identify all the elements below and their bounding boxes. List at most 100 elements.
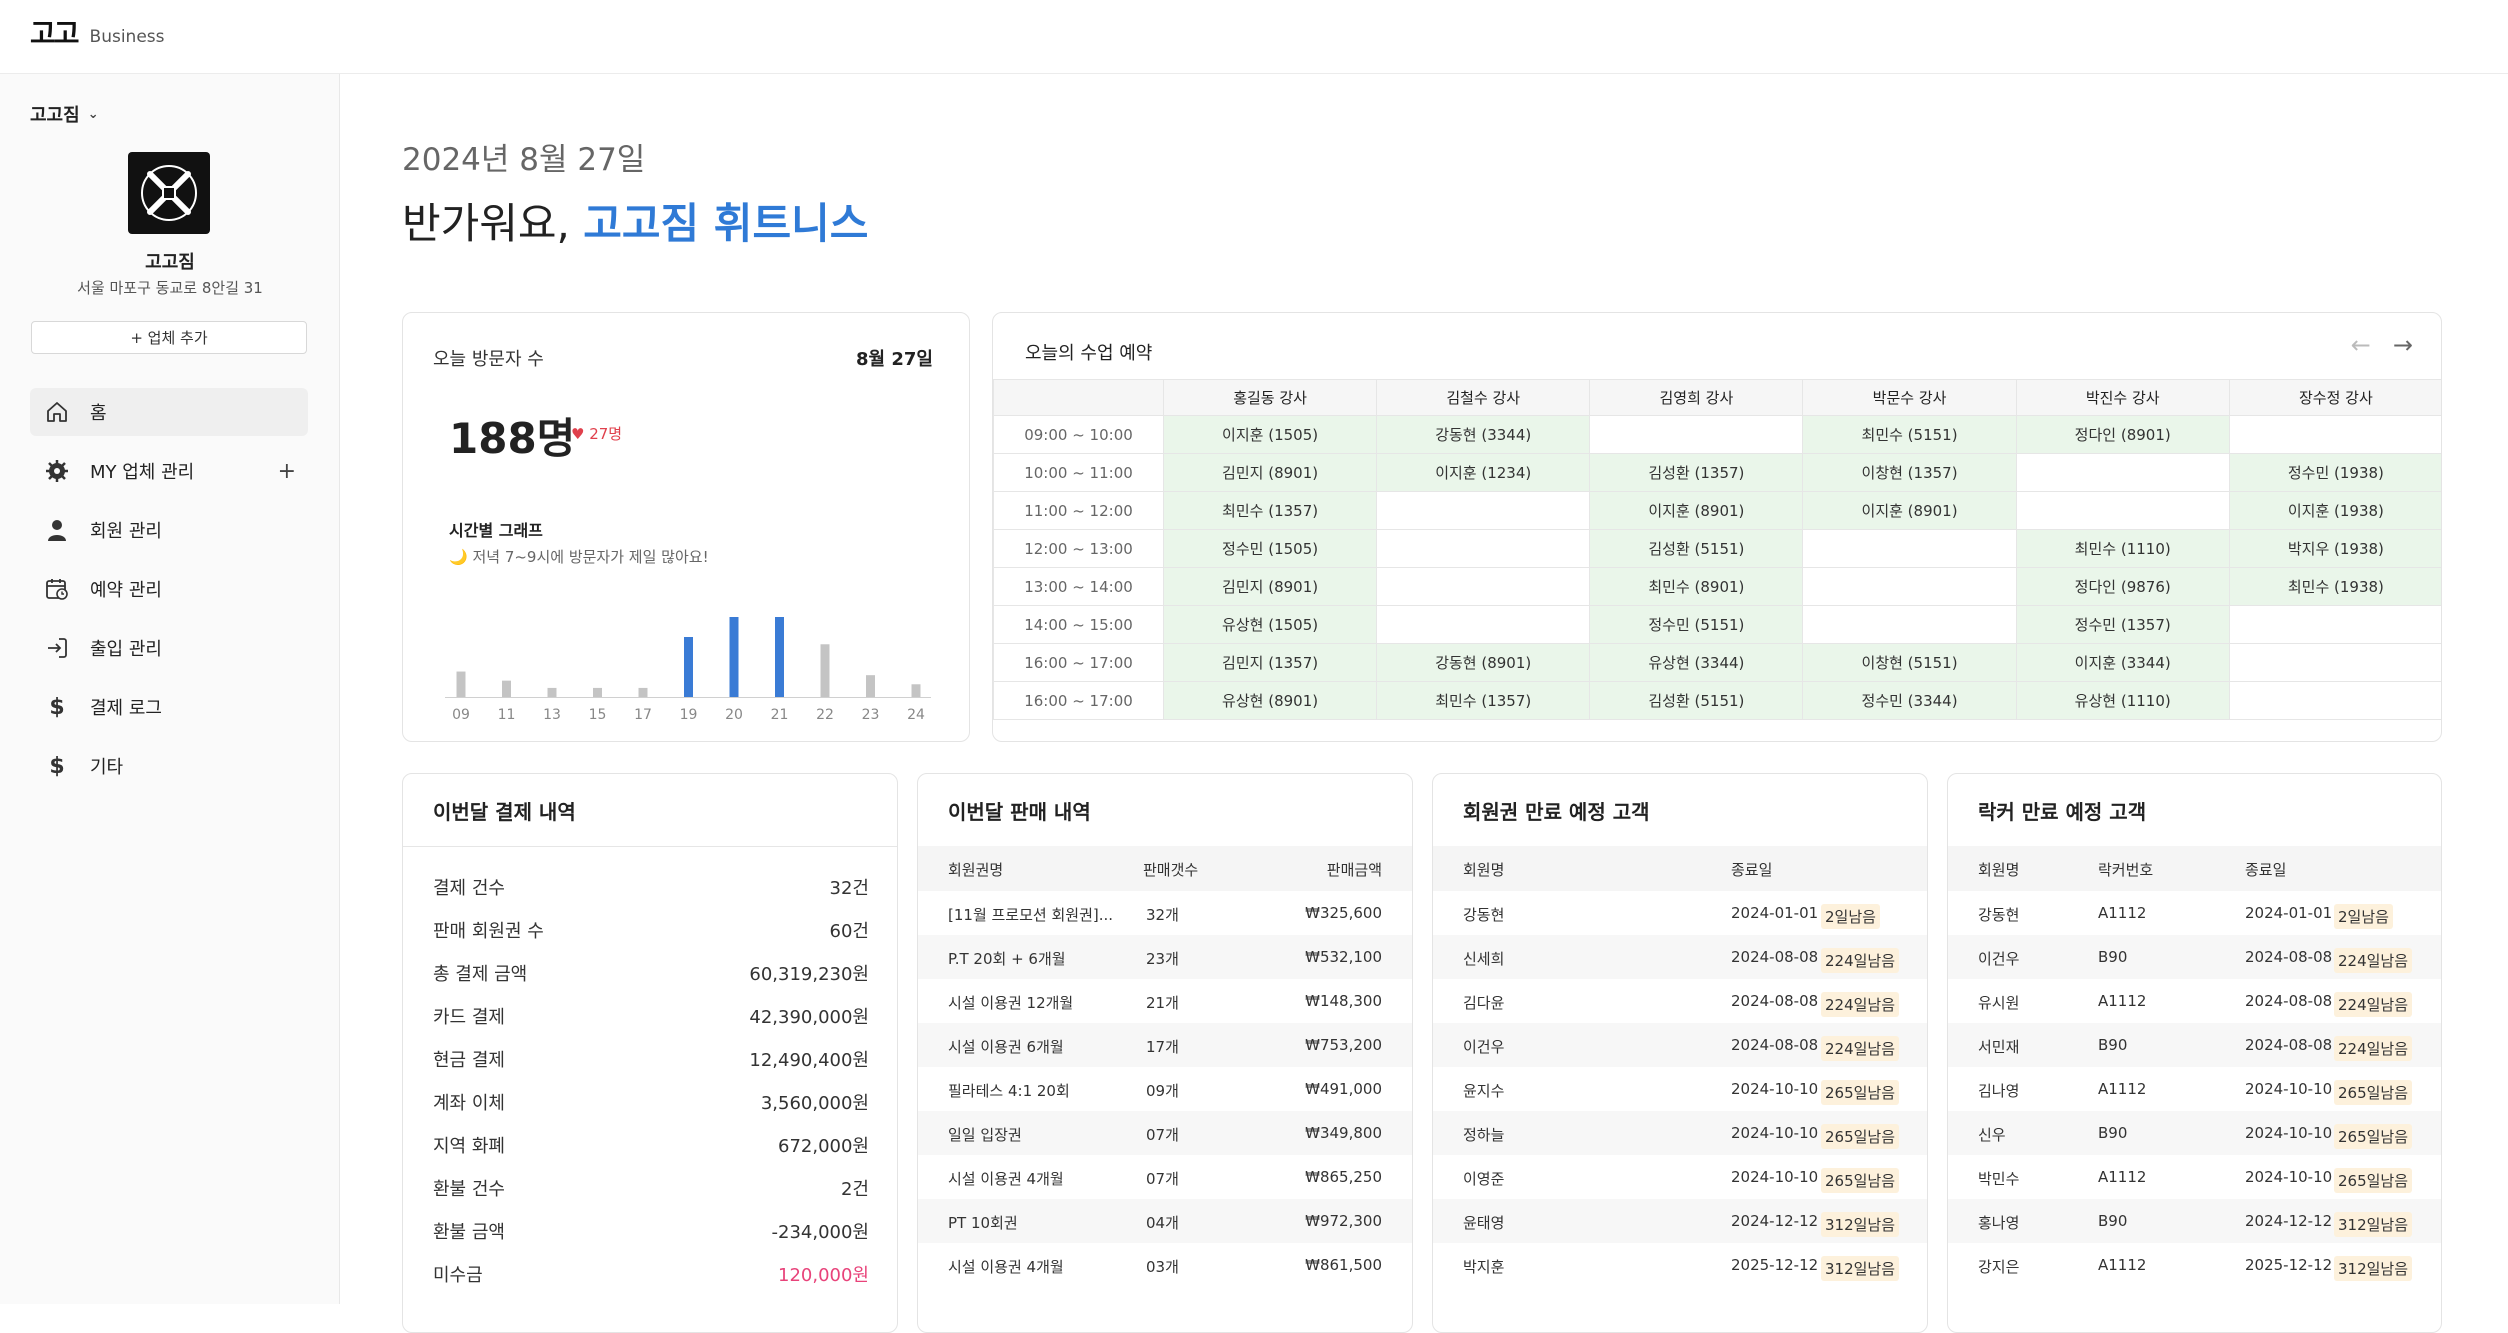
sidebar-item-etc[interactable]: $ 기타 bbox=[30, 742, 308, 790]
add-business-button[interactable]: + 업체 추가 bbox=[31, 321, 307, 354]
reservation-cell[interactable]: 최민수 (1938) bbox=[2228, 567, 2441, 606]
reservation-cell[interactable]: 유상현 (8901) bbox=[1162, 681, 1378, 720]
reservation-cell[interactable]: 정수민 (5151) bbox=[1589, 605, 1804, 644]
reservation-cell[interactable] bbox=[1376, 567, 1591, 606]
table-row[interactable]: 이건우 2024-08-08 224일남음 bbox=[1433, 1023, 1927, 1067]
reservation-cell[interactable] bbox=[2015, 491, 2230, 530]
table-row: 16:00 ~ 17:00 김민지 (1357) 강동현 (8901) 유상현 (33… bbox=[993, 643, 2441, 682]
reservation-cell[interactable]: 정수민 (1505) bbox=[1162, 529, 1378, 568]
reservation-cell[interactable]: 김성환 (5151) bbox=[1589, 681, 1804, 720]
payment-row: 지역 화폐 672,000원 bbox=[433, 1132, 869, 1160]
table-row[interactable]: 필라테스 4:1 20회 09개 ₩491,000 bbox=[918, 1067, 1412, 1111]
reservation-cell[interactable]: 정수민 (1938) bbox=[2228, 453, 2441, 492]
reservation-cell[interactable]: 유상현 (3344) bbox=[1589, 643, 1804, 682]
table-row[interactable]: 이영준 2024-10-10 265일남음 bbox=[1433, 1155, 1927, 1199]
reservation-cell[interactable]: 이지훈 (1234) bbox=[1376, 453, 1591, 492]
reservation-cell[interactable] bbox=[2228, 415, 2441, 454]
reservation-cell[interactable] bbox=[1802, 567, 2017, 606]
arrow-left-icon[interactable]: ← bbox=[2351, 331, 2371, 359]
table-row[interactable]: 신우 B90 2024-10-10 265일남음 bbox=[1948, 1111, 2441, 1155]
reservation-cell[interactable]: 김성환 (5151) bbox=[1589, 529, 1804, 568]
table-row[interactable]: 홍나영 B90 2024-12-12 312일남음 bbox=[1948, 1199, 2441, 1243]
table-row[interactable]: 일일 입장권 07개 ₩349,800 bbox=[918, 1111, 1412, 1155]
sidebar-item-payment-log[interactable]: $ 결제 로그 bbox=[30, 683, 308, 731]
reservation-cell[interactable]: 정수민 (3344) bbox=[1802, 681, 2017, 720]
table-row[interactable]: 신세희 2024-08-08 224일남음 bbox=[1433, 935, 1927, 979]
reservation-cell[interactable]: 이지훈 (8901) bbox=[1589, 491, 1804, 530]
reservation-cell[interactable] bbox=[2015, 453, 2230, 492]
reservation-cell[interactable] bbox=[2228, 643, 2441, 682]
member-name: 김다윤 bbox=[1463, 994, 1505, 1012]
reservation-cell[interactable]: 정다인 (9876) bbox=[2015, 567, 2230, 606]
table-row[interactable]: 이건우 B90 2024-08-08 224일남음 bbox=[1948, 935, 2441, 979]
reservation-cell[interactable]: 박지우 (1938) bbox=[2228, 529, 2441, 568]
table-row[interactable]: 윤태영 2024-12-12 312일남음 bbox=[1433, 1199, 1927, 1243]
table-row[interactable]: 정하늘 2024-10-10 265일남음 bbox=[1433, 1111, 1927, 1155]
reservation-cell[interactable]: 이창현 (1357) bbox=[1802, 453, 2017, 492]
reservation-cell[interactable] bbox=[1589, 415, 1804, 454]
table-row[interactable]: 시설 이용권 4개월 07개 ₩865,250 bbox=[918, 1155, 1412, 1199]
table-row[interactable]: 유시원 A1112 2024-08-08 224일남음 bbox=[1948, 979, 2441, 1023]
reservation-cell[interactable] bbox=[1802, 529, 2017, 568]
reservation-cell[interactable] bbox=[1376, 605, 1591, 644]
reservation-cell[interactable] bbox=[2228, 681, 2441, 720]
reservation-cell[interactable] bbox=[1376, 529, 1591, 568]
table-row[interactable]: PT 10회권 04개 ₩972,300 bbox=[918, 1199, 1412, 1243]
reservation-cell[interactable]: 정다인 (8901) bbox=[2015, 415, 2230, 454]
reservation-cell[interactable] bbox=[2228, 605, 2441, 644]
reservation-cell[interactable]: 이지훈 (1505) bbox=[1162, 415, 1378, 454]
brand-logo[interactable]: 고고 Business bbox=[30, 20, 165, 48]
table-row[interactable]: 강지은 A1112 2025-12-12 312일남음 bbox=[1948, 1243, 2441, 1287]
sidebar-item-my-business[interactable]: MY 업체 관리 + bbox=[30, 447, 308, 495]
reservation-cell[interactable]: 김성환 (1357) bbox=[1589, 453, 1804, 492]
arrow-right-icon[interactable]: → bbox=[2393, 331, 2413, 359]
reservation-cell[interactable]: 이창현 (5151) bbox=[1802, 643, 2017, 682]
table-row[interactable]: 김나영 A1112 2024-10-10 265일남음 bbox=[1948, 1067, 2441, 1111]
top-bar: 고고 Business bbox=[0, 0, 2508, 74]
table-row[interactable]: 강동현 A1112 2024-01-01 2일남음 bbox=[1948, 891, 2441, 935]
reservation-cell[interactable]: 이지훈 (8901) bbox=[1802, 491, 2017, 530]
reservation-cell[interactable]: 김민지 (8901) bbox=[1162, 567, 1378, 606]
sidebar-item-reservations[interactable]: 예약 관리 bbox=[30, 565, 308, 613]
reservation-cell[interactable]: 이지훈 (1938) bbox=[2228, 491, 2441, 530]
chart-tick-label: 20 bbox=[725, 707, 743, 723]
reservation-cell[interactable]: 김민지 (8901) bbox=[1162, 453, 1378, 492]
visitor-count: 188명 bbox=[449, 414, 576, 463]
reservation-cell[interactable]: 정수민 (1357) bbox=[2015, 605, 2230, 644]
member-name: 박민수 bbox=[1978, 1170, 2020, 1188]
reservation-cell[interactable]: 최민수 (1110) bbox=[2015, 529, 2230, 568]
reservation-cell[interactable] bbox=[1376, 491, 1591, 530]
reservation-cell[interactable]: 최민수 (5151) bbox=[1802, 415, 2017, 454]
chart-tick-label: 11 bbox=[498, 707, 516, 723]
table-row[interactable]: 서민재 B90 2024-08-08 224일남음 bbox=[1948, 1023, 2441, 1067]
reservation-cell[interactable]: 최민수 (8901) bbox=[1589, 567, 1804, 606]
reservation-cell[interactable]: 유상현 (1505) bbox=[1162, 605, 1378, 644]
reservation-cell[interactable]: 최민수 (1357) bbox=[1162, 491, 1378, 530]
reservation-cell[interactable]: 최민수 (1357) bbox=[1376, 681, 1591, 720]
table-row[interactable]: 시설 이용권 12개월 21개 ₩148,300 bbox=[918, 979, 1412, 1023]
reservation-cell[interactable] bbox=[1802, 605, 2017, 644]
table-row[interactable]: 박지훈 2025-12-12 312일남음 bbox=[1433, 1243, 1927, 1287]
reservation-cell[interactable]: 이지훈 (3344) bbox=[2015, 643, 2230, 682]
table-row[interactable]: P.T 20회 + 6개월 23개 ₩532,100 bbox=[918, 935, 1412, 979]
table-row[interactable]: 시설 이용권 4개월 03개 ₩861,500 bbox=[918, 1243, 1412, 1287]
table-row[interactable]: 강동현 2024-01-01 2일남음 bbox=[1433, 891, 1927, 935]
table-row[interactable]: 김다윤 2024-08-08 224일남음 bbox=[1433, 979, 1927, 1023]
gym-selector[interactable]: 고고짐 ⌄ bbox=[30, 101, 99, 127]
reservation-cell[interactable]: 김민지 (1357) bbox=[1162, 643, 1378, 682]
sidebar-item-access[interactable]: 출입 관리 bbox=[30, 624, 308, 672]
sales-count: 32개 bbox=[1146, 906, 1179, 924]
table-row[interactable]: 윤지수 2024-10-10 265일남음 bbox=[1433, 1067, 1927, 1111]
days-left-badge: 265일남음 bbox=[1821, 1168, 1900, 1193]
reservation-cell[interactable]: 강동현 (3344) bbox=[1376, 415, 1591, 454]
sidebar-item-home[interactable]: 홈 bbox=[30, 388, 308, 436]
expand-plus-icon[interactable]: + bbox=[278, 459, 296, 484]
reservation-cell[interactable]: 강동현 (8901) bbox=[1376, 643, 1591, 682]
table-row[interactable]: 시설 이용권 6개월 17개 ₩753,200 bbox=[918, 1023, 1412, 1067]
days-left-badge: 265일남음 bbox=[1821, 1080, 1900, 1105]
table-row[interactable]: 박민수 A1112 2024-10-10 265일남음 bbox=[1948, 1155, 2441, 1199]
sidebar-item-members[interactable]: 회원 관리 bbox=[30, 506, 308, 554]
table-row[interactable]: [11월 프로모션 회원권]... 32개 ₩325,600 bbox=[918, 891, 1412, 935]
column-header: 락커번호 bbox=[2098, 861, 2154, 879]
reservation-cell[interactable]: 유상현 (1110) bbox=[2015, 681, 2230, 720]
